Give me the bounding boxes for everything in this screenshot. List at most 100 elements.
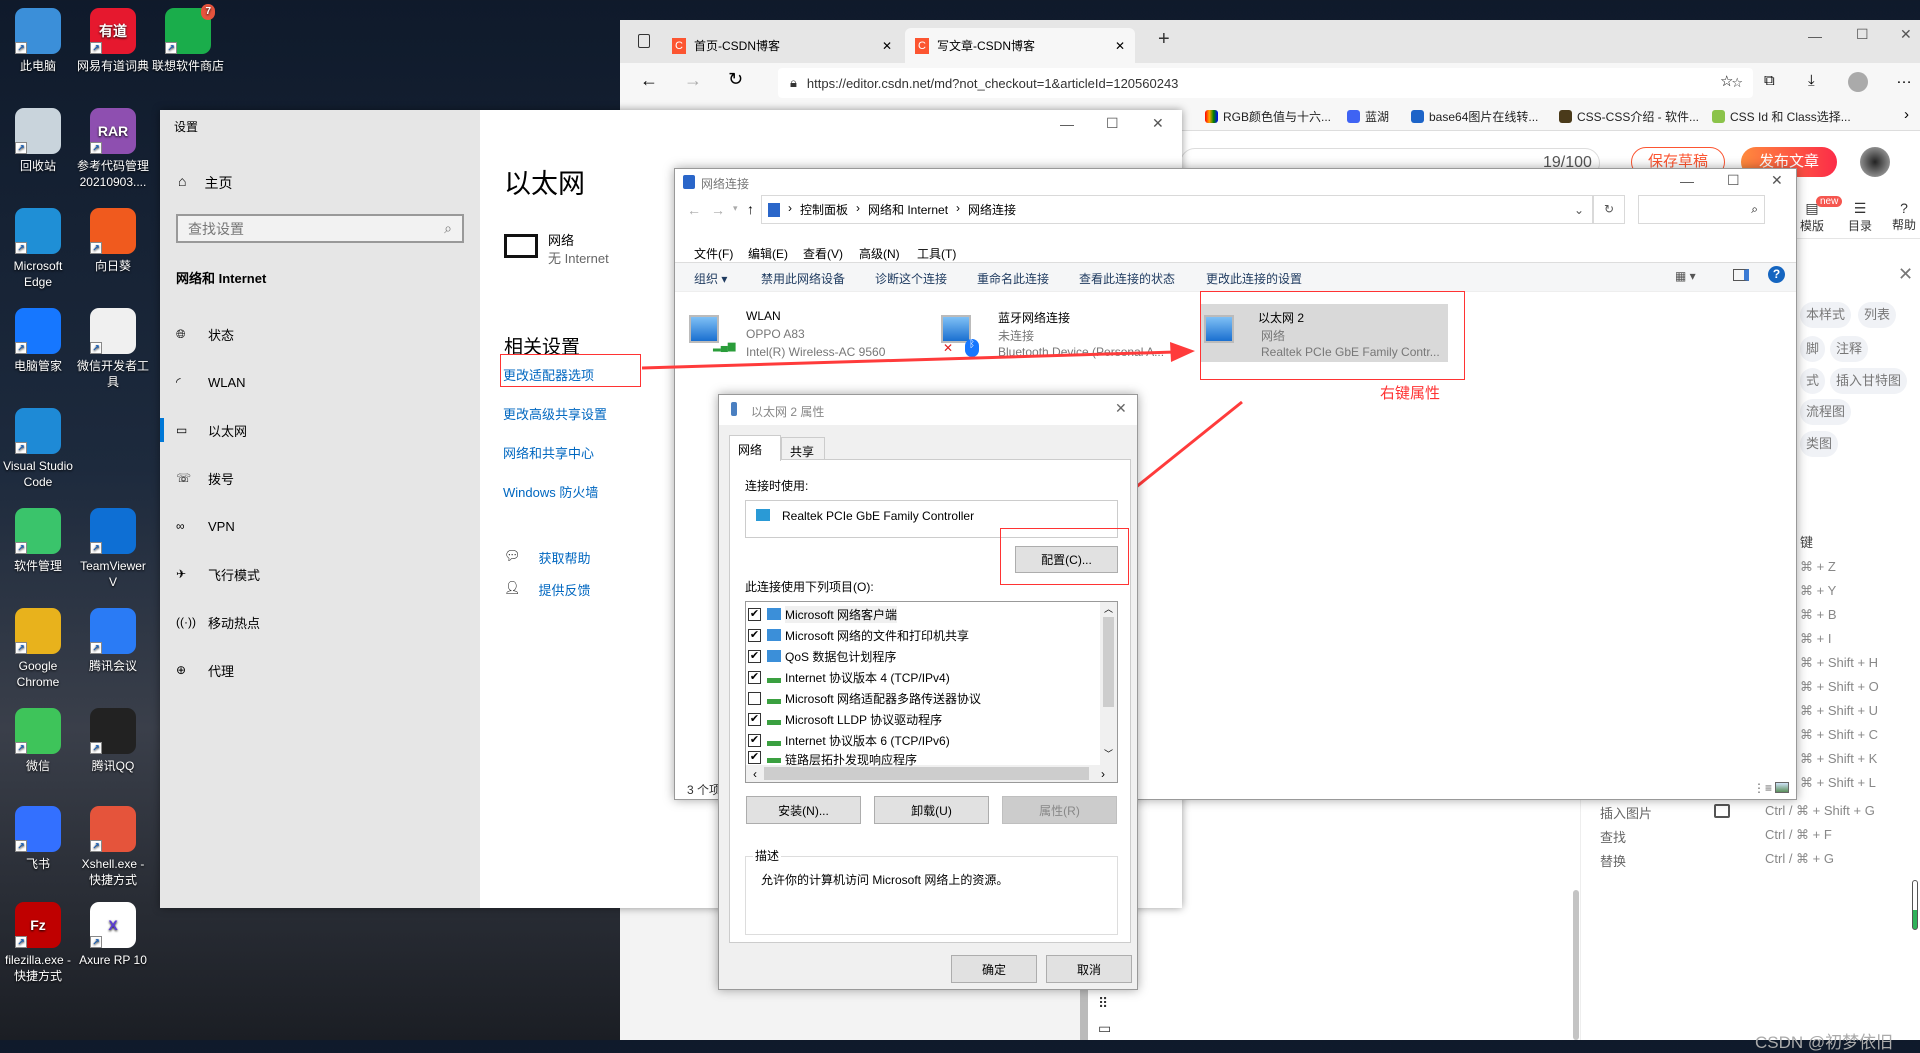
favorites-icon[interactable]: ☆	[1720, 72, 1733, 90]
close-panel-icon[interactable]: ✕	[1898, 264, 1913, 285]
details-view-icon[interactable]: ⋮≡	[1753, 781, 1772, 795]
desktop-icon[interactable]: ↗ 回收站	[0, 108, 76, 174]
desktop-icon[interactable]: Fz ↗ filezilla.exe - 快捷方式	[0, 902, 76, 984]
component-item[interactable]: ✔ Internet 协议版本 6 (TCP/IPv6)	[748, 730, 950, 750]
scroll-down-icon[interactable]: ﹀	[1100, 747, 1117, 760]
maximize-button[interactable]: ☐	[1727, 172, 1740, 189]
breadcrumb-item[interactable]: 网络和 Internet	[868, 201, 948, 218]
syntax-tag[interactable]: 式	[1800, 368, 1826, 394]
desktop-icon[interactable]: ↗ Xshell.exe - 快捷方式	[75, 806, 151, 888]
desktop-icon[interactable]: ↗ 此电脑	[0, 8, 76, 74]
bookmark-item[interactable]: RGB颜色值与十六...	[1205, 108, 1331, 125]
help-icon[interactable]: ?	[1768, 266, 1785, 283]
refresh-button[interactable]: ↻	[1593, 195, 1625, 224]
syntax-tag[interactable]: 流程图	[1800, 399, 1852, 425]
forward-icon[interactable]: →	[711, 202, 725, 218]
close-tab-icon[interactable]: ✕	[882, 39, 892, 53]
component-item[interactable]: ✔ Microsoft LLDP 协议驱动程序	[748, 709, 942, 729]
command-button[interactable]: 禁用此网络设备	[761, 270, 845, 287]
maximize-button[interactable]: ☐	[1856, 26, 1869, 43]
syntax-tag[interactable]: 脚	[1800, 336, 1826, 362]
back-icon[interactable]: ←	[640, 70, 658, 91]
sidebar-item-7[interactable]: ⊕ 代理	[160, 652, 480, 688]
change-view-icon[interactable]: ▦ ▾	[1675, 269, 1696, 283]
settings-search-input[interactable]: 查找设置 ⌕	[176, 214, 464, 243]
desktop-icon[interactable]: ↗ Visual Studio Code	[0, 408, 76, 490]
address-dropdown-icon[interactable]: ⌄	[1574, 203, 1584, 217]
desktop-icon[interactable]: ↗ 微信	[0, 708, 76, 774]
close-button[interactable]: ✕	[1152, 115, 1164, 132]
vertical-scrollbar[interactable]: ︿ ﹀	[1100, 602, 1117, 765]
search-input[interactable]: ⌕	[1638, 195, 1765, 224]
command-button[interactable]: 查看此连接的状态	[1079, 270, 1175, 287]
menu-item[interactable]: 查看(V)	[803, 245, 843, 262]
user-avatar[interactable]	[1860, 147, 1890, 177]
checkbox[interactable]: ✔	[748, 712, 761, 726]
forward-icon[interactable]: →	[684, 70, 702, 91]
address-bar[interactable]: › 控制面板 › 网络和 Internet › 网络连接 ⌄	[761, 195, 1593, 224]
tab-write[interactable]: C 写文章-CSDN博客 ✕	[905, 28, 1135, 63]
breadcrumb-item[interactable]: 网络连接	[968, 201, 1016, 218]
sidebar-item-2[interactable]: ▭ 以太网	[160, 412, 480, 448]
desktop-icon[interactable]: ↗ Google Chrome	[0, 608, 76, 690]
feedback-link[interactable]: 👤︎ 提供反馈	[504, 580, 591, 599]
horizontal-scrollbar[interactable]: ‹ ›	[746, 765, 1117, 782]
checkbox[interactable]: ✔	[748, 751, 761, 764]
related-link[interactable]: 更改高级共享设置	[503, 404, 607, 423]
component-item[interactable]: Microsoft 网络适配器多路传送器协议	[748, 688, 981, 708]
command-button[interactable]: 重命名此连接	[977, 270, 1049, 287]
desktop-icon[interactable]: ↗ TeamViewer V	[75, 508, 151, 590]
downloads-icon[interactable]: ⤓	[1808, 72, 1815, 89]
related-link[interactable]: 网络和共享中心	[503, 443, 594, 462]
install-button[interactable]: 安装(N)...	[746, 796, 861, 824]
uninstall-button[interactable]: 卸载(U)	[874, 796, 989, 824]
scroll-thumb[interactable]	[1103, 617, 1114, 707]
help-button[interactable]: ? 帮助	[1892, 200, 1916, 233]
ok-button[interactable]: 确定	[951, 955, 1037, 983]
desktop-icon[interactable]: RAR ↗ 参考代码管理 20210903....	[75, 108, 151, 190]
checkbox[interactable]: ✔	[748, 628, 761, 642]
bookmark-item[interactable]: CSS-CSS介绍 - 软件...	[1559, 108, 1699, 125]
connection-item[interactable]: ✕ ᛒ 蓝牙网络连接 未连接 Bluetooth Device (Personal A.…	[941, 307, 1181, 363]
bookmarks-chevron-icon[interactable]: ›	[1904, 106, 1909, 123]
bookmark-item[interactable]: base64图片在线转...	[1411, 108, 1538, 125]
connection-item[interactable]: ▂▄▆ WLAN OPPO A83 Intel(R) Wireless-AC 9560	[689, 307, 929, 363]
desktop-icon[interactable]: ↗ Microsoft Edge	[0, 208, 76, 290]
minimize-button[interactable]: —	[1060, 116, 1074, 132]
up-icon[interactable]: ↑	[747, 201, 754, 217]
close-button[interactable]: ✕	[1771, 172, 1783, 189]
scroll-left-icon[interactable]: ‹	[746, 767, 764, 781]
desktop-icon[interactable]: 7 ↗ 联想软件商店	[150, 4, 226, 74]
syntax-tag[interactable]: 类图	[1800, 431, 1839, 457]
collections-icon[interactable]: ⧉	[1764, 72, 1775, 89]
scroll-right-icon[interactable]: ›	[1089, 767, 1117, 781]
menu-item[interactable]: 文件(F)	[694, 245, 733, 262]
editor-tool-icon[interactable]: ▭	[1098, 1020, 1111, 1037]
tab-home[interactable]: C 首页-CSDN博客 ✕	[662, 28, 902, 63]
menu-item[interactable]: 工具(T)	[917, 245, 956, 262]
desktop-icon[interactable]: ↗ 腾讯QQ	[75, 708, 151, 774]
minimize-button[interactable]: —	[1680, 173, 1694, 189]
url-input[interactable]: 🔒︎ https://editor.csdn.net/md?not_checkou…	[778, 68, 1753, 98]
component-item[interactable]: ✔ Microsoft 网络客户端	[748, 604, 898, 624]
component-item[interactable]: ✔ QoS 数据包计划程序	[748, 646, 896, 666]
preview-pane-icon[interactable]	[1733, 269, 1749, 281]
tab-sharing[interactable]: 共享	[781, 437, 825, 460]
sidebar-item-1[interactable]: ◜ WLAN	[160, 364, 480, 400]
breadcrumb-item[interactable]: 控制面板	[800, 201, 848, 218]
scroll-thumb[interactable]	[764, 767, 1089, 780]
desktop-icon[interactable]: 有道 ↗ 网易有道词典	[75, 8, 151, 74]
new-tab-button[interactable]: +	[1158, 28, 1170, 51]
bookmark-item[interactable]: 蓝湖	[1347, 108, 1389, 125]
get-help-link[interactable]: 💬︎ 获取帮助	[504, 548, 591, 567]
sidebar-toggle-icon[interactable]	[638, 34, 650, 48]
scroll-up-icon[interactable]: ︿	[1100, 602, 1117, 615]
maximize-button[interactable]: ☐	[1106, 115, 1119, 132]
checkbox[interactable]: ✔	[748, 733, 761, 747]
toc-button[interactable]: ☰ 目录	[1848, 200, 1872, 234]
checkbox[interactable]: ✔	[748, 607, 761, 621]
command-button[interactable]: 更改此连接的设置	[1206, 270, 1302, 287]
desktop-icon[interactable]: ↗ 软件管理	[0, 508, 76, 574]
sidebar-item-4[interactable]: ∞ VPN	[160, 508, 480, 544]
tab-network[interactable]: 网络	[729, 435, 781, 461]
